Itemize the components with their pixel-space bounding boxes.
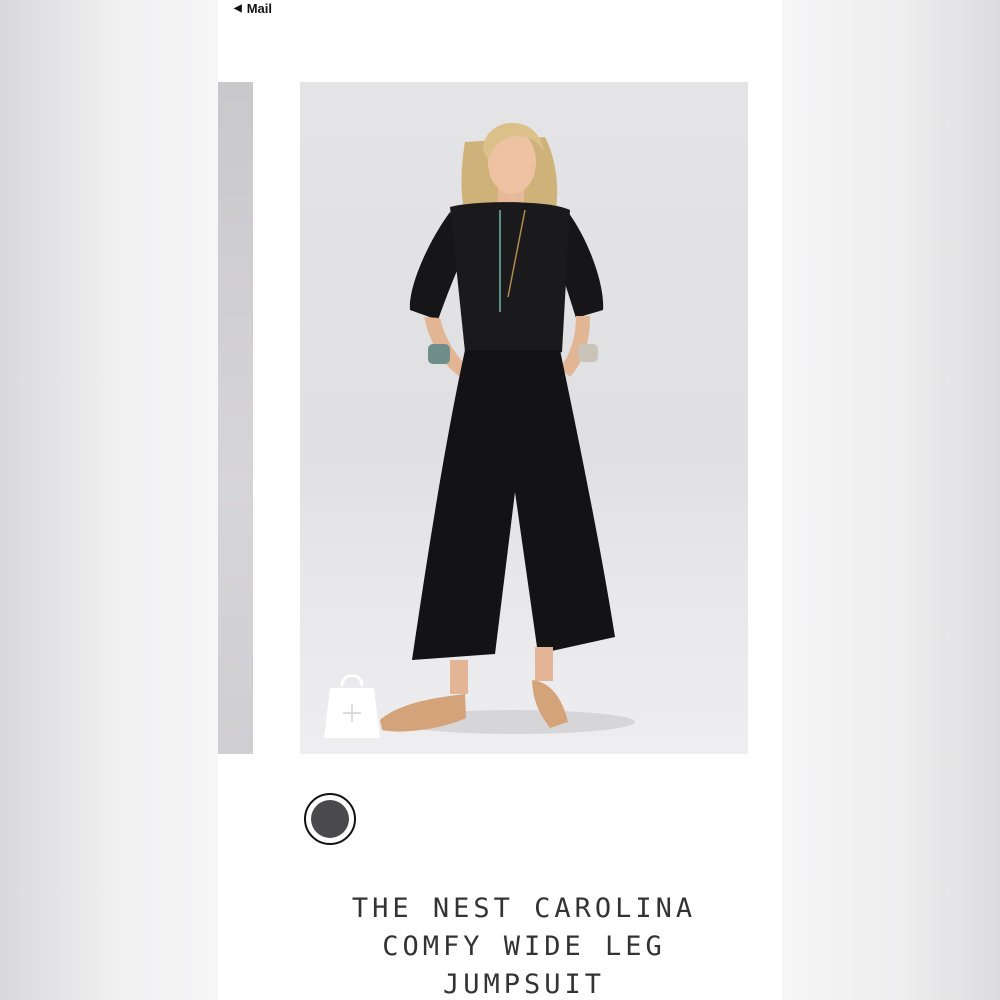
back-to-mail-link[interactable]: ◀ Mail (234, 0, 272, 16)
product-screen: ◀ Mail THE NEST CAROLINA COMFY WIDE LEG … (218, 0, 782, 1000)
product-image[interactable] (300, 82, 748, 754)
shopping-bag-plus-icon (324, 674, 380, 738)
add-to-bag-button[interactable] (322, 664, 382, 740)
product-title-line-2: COMFY WIDE LEG (382, 931, 666, 963)
model-illustration (380, 122, 635, 734)
back-label: Mail (246, 0, 272, 16)
product-title: THE NEST CAROLINA COMFY WIDE LEG JUMPSUI… (300, 890, 748, 1000)
triangle-left-icon: ◀ (234, 2, 242, 14)
product-title-line-1: THE NEST CAROLINA (351, 893, 697, 925)
color-swatch-selected[interactable] (304, 793, 356, 845)
previous-product-image[interactable] (218, 82, 253, 754)
color-swatch-fill (311, 800, 349, 838)
product-title-line-3: JUMPSUIT (442, 969, 606, 1000)
